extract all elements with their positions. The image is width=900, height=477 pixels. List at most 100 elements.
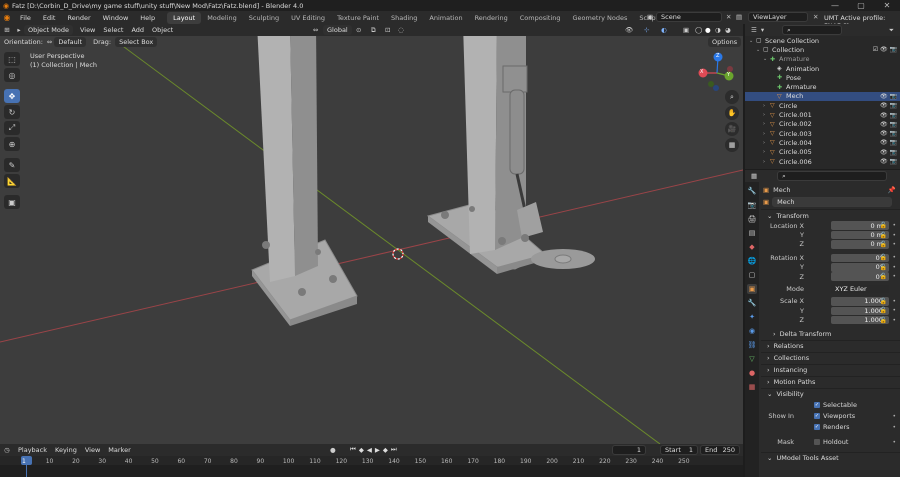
expand-arrow-icon[interactable]: ›: [763, 159, 770, 165]
display-mode-icon[interactable]: ▾: [761, 26, 764, 34]
rotation-mode-dropdown[interactable]: XYZ Euler: [831, 284, 889, 294]
tab-rendering[interactable]: Rendering: [469, 12, 514, 24]
snap-target-icon[interactable]: ⊡: [385, 26, 390, 34]
options-dropdown[interactable]: Options: [708, 37, 742, 47]
cursor-tool-icon[interactable]: ◎: [4, 68, 20, 82]
record-icon[interactable]: ●: [330, 446, 336, 454]
jump-start-icon[interactable]: ⏮: [350, 445, 356, 454]
shading-solid-icon[interactable]: ●: [705, 26, 711, 34]
outliner-row[interactable]: ◈ Animation: [745, 64, 900, 73]
motion-paths-panel-header[interactable]: › Motion Paths: [761, 375, 900, 388]
selectable-checkbox[interactable]: ✓: [814, 402, 820, 409]
orientation-dropdown[interactable]: Default: [54, 36, 87, 47]
xray-icon[interactable]: ▣: [683, 26, 689, 34]
filter-icon[interactable]: ⏷: [889, 26, 894, 35]
view-layer-tab-icon[interactable]: ▤: [747, 228, 757, 238]
start-frame-field[interactable]: Start 1: [660, 445, 698, 455]
pan-hand-icon[interactable]: ✋: [725, 106, 739, 120]
visibility-icon[interactable]: 👁: [625, 26, 633, 34]
tab-uv-editing[interactable]: UV Editing: [285, 12, 331, 24]
scale-tool-icon[interactable]: ⤢: [4, 121, 20, 135]
particles-tab-icon[interactable]: ✦: [747, 312, 757, 322]
annotate-tool-icon[interactable]: ✎: [4, 158, 20, 172]
visibility-toggles[interactable]: 👁 📷: [880, 93, 897, 100]
properties-search-input[interactable]: ⌕: [777, 171, 888, 181]
outliner-row[interactable]: › ▽ Circle 👁 📷: [745, 101, 900, 110]
tab-compositing[interactable]: Compositing: [514, 12, 567, 24]
visibility-toggles[interactable]: 👁 📷: [880, 102, 897, 109]
holdout-checkbox[interactable]: [814, 439, 820, 446]
output-tab-icon[interactable]: 🖨: [747, 214, 757, 224]
tab-geometry-nodes[interactable]: Geometry Nodes: [567, 12, 634, 24]
menu-window[interactable]: Window: [97, 14, 135, 22]
collection-tab-icon[interactable]: ▢: [747, 270, 757, 280]
outliner-row[interactable]: ⌄ ▢ Scene Collection: [745, 36, 900, 45]
3d-viewport[interactable]: X Z Y User Perspective (1) Collection | …: [0, 24, 743, 444]
tool-tab-icon[interactable]: 🔧: [747, 186, 757, 196]
transform-orientation-dropdown[interactable]: Global: [323, 25, 352, 35]
lock-icon[interactable]: 🔓: [880, 264, 887, 271]
outliner-row[interactable]: › ▽ Circle.001 👁 📷: [745, 110, 900, 119]
scene-tab-icon[interactable]: ◆: [747, 242, 757, 252]
expand-arrow-icon[interactable]: ›: [763, 131, 770, 137]
menu-add[interactable]: Add: [127, 26, 148, 34]
menu-file[interactable]: File: [14, 14, 37, 22]
measure-tool-icon[interactable]: 📐: [4, 174, 20, 188]
blender-menu-icon[interactable]: ◉: [0, 13, 14, 22]
transform-panel-header[interactable]: ⌄ Transform: [761, 209, 900, 221]
close-button[interactable]: ✕: [874, 0, 900, 11]
properties-editor-icon[interactable]: ▦: [751, 172, 757, 180]
outliner-row[interactable]: ⌄ ▢ Collection ☑ 👁 📷: [745, 45, 900, 54]
menu-object[interactable]: Object: [148, 26, 177, 34]
constraints-tab-icon[interactable]: ⛓: [747, 340, 757, 350]
menu-keying[interactable]: Keying: [51, 446, 81, 454]
outliner-row[interactable]: › ▽ Circle.005 👁 📷: [745, 148, 900, 157]
visibility-panel-header[interactable]: ⌄ Visibility: [761, 387, 900, 400]
rotate-tool-icon[interactable]: ↻: [4, 105, 20, 119]
lock-icon[interactable]: 🔓: [880, 298, 887, 305]
expand-arrow-icon[interactable]: ›: [763, 121, 770, 127]
menu-render[interactable]: Render: [61, 14, 96, 22]
object-tab-icon[interactable]: ▣: [747, 284, 757, 294]
lock-icon[interactable]: 🔓: [880, 222, 887, 229]
tab-animation[interactable]: Animation: [423, 12, 468, 24]
outliner-row[interactable]: › ▽ Circle.004 👁 📷: [745, 138, 900, 147]
visibility-toggles[interactable]: ☑ 👁 📷: [873, 46, 897, 53]
pin-icon[interactable]: 📌: [888, 186, 896, 194]
lock-icon[interactable]: 🔓: [880, 273, 887, 280]
renders-checkbox[interactable]: ✓: [814, 424, 820, 431]
timeline[interactable]: 1 10 20 30 40 50 60 70 80 90 100 110 120 130 140 150 160…: [0, 456, 743, 477]
delete-scene-icon[interactable]: ✕: [726, 13, 731, 21]
expand-arrow-icon[interactable]: ›: [763, 112, 770, 118]
lock-icon[interactable]: 🔓: [880, 241, 887, 248]
lock-icon[interactable]: 🔓: [880, 232, 887, 239]
delete-view-layer-icon[interactable]: ✕: [813, 13, 818, 21]
outliner-row[interactable]: ✚ Armature: [745, 82, 900, 91]
proportional-edit-icon[interactable]: ◌: [398, 26, 404, 34]
overlay-toggle-icon[interactable]: ◐: [661, 26, 667, 34]
shading-wireframe-icon[interactable]: ◯: [695, 26, 702, 34]
tab-shading[interactable]: Shading: [385, 12, 423, 24]
collections-panel-header[interactable]: › Collections: [761, 351, 900, 364]
next-keyframe-icon[interactable]: ◆: [383, 446, 388, 454]
outliner-row[interactable]: › ▽ Circle.003 👁 📷: [745, 129, 900, 138]
editor-type-icon[interactable]: ⊞: [0, 26, 14, 34]
tab-sculpting[interactable]: Sculpting: [243, 12, 285, 24]
lock-icon[interactable]: 🔓: [880, 254, 887, 261]
menu-view[interactable]: View: [76, 26, 99, 34]
minimize-button[interactable]: —: [822, 0, 848, 11]
play-icon[interactable]: ▶: [375, 446, 380, 454]
visibility-toggles[interactable]: 👁 📷: [880, 112, 897, 119]
expand-arrow-icon[interactable]: ›: [763, 103, 770, 109]
move-tool-icon[interactable]: ✥: [4, 89, 20, 103]
camera-view-icon[interactable]: 🎥: [725, 122, 739, 136]
prev-keyframe-icon[interactable]: ◆: [359, 446, 364, 454]
view-layer-field[interactable]: ViewLayer: [748, 12, 808, 22]
instancing-panel-header[interactable]: › Instancing: [761, 363, 900, 376]
menu-edit[interactable]: Edit: [37, 14, 62, 22]
scene-field[interactable]: Scene: [656, 12, 722, 22]
transform-tool-icon[interactable]: ⊕: [4, 137, 20, 151]
lock-icon[interactable]: 🔓: [880, 307, 887, 314]
visibility-toggles[interactable]: 👁 📷: [880, 158, 897, 165]
select-box-tool-icon[interactable]: ⬚: [4, 52, 20, 66]
